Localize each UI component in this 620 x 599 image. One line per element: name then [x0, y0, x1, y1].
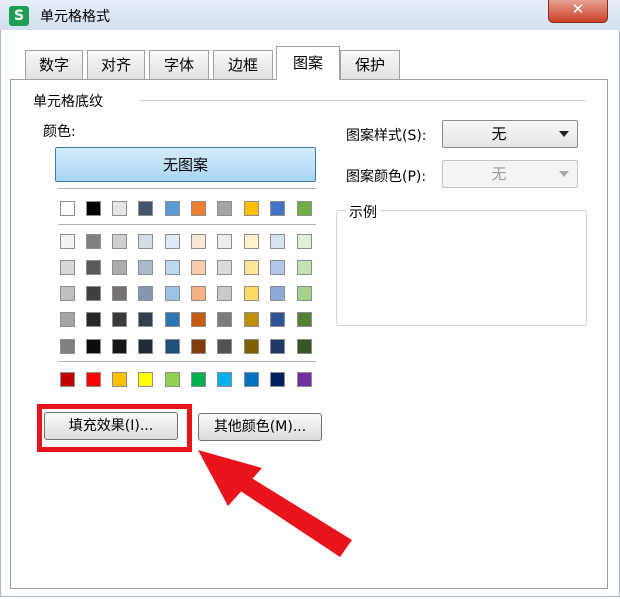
annotation-arrow-icon — [198, 450, 352, 557]
tab-pattern[interactable]: 图案 — [276, 46, 340, 80]
arrow-shaft — [236, 474, 352, 557]
